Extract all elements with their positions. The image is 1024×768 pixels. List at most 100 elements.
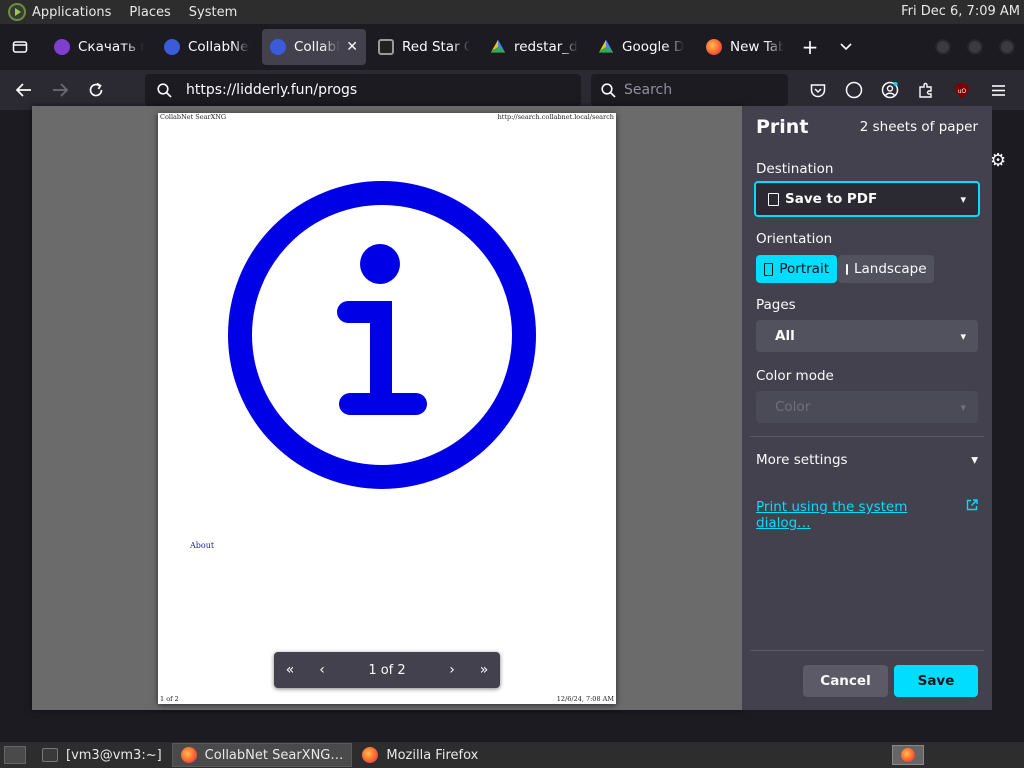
extensions-button[interactable]	[908, 74, 944, 106]
url-bar[interactable]: https://lidderly.fun/progs	[145, 74, 581, 106]
destination-value: Save to PDF	[785, 191, 878, 207]
divider	[750, 436, 984, 437]
tab-title: redstar_d	[514, 39, 578, 55]
system-dialog-link[interactable]: Print using the system dialog…	[756, 499, 978, 531]
cancel-button[interactable]: Cancel	[803, 665, 888, 697]
destination-label: Destination	[756, 161, 834, 177]
menu-system[interactable]: System	[189, 5, 237, 20]
previous-page-button[interactable]: ‹	[306, 662, 338, 678]
toolbar-icons: uO	[800, 74, 1016, 106]
menu-applications[interactable]: Applications	[32, 5, 111, 20]
tab-4[interactable]: Red Star C	[370, 29, 478, 65]
task-label: Mozilla Firefox	[386, 747, 479, 763]
navigation-toolbar: https://lidderly.fun/progs Search uO	[0, 70, 1024, 110]
landscape-page-icon	[846, 263, 848, 275]
sheet-header-url: http://search.collabnet.local/search	[497, 113, 614, 121]
save-button[interactable]: Save	[894, 665, 978, 697]
chevron-down-icon: ▾	[971, 452, 978, 468]
new-tab-button[interactable]: +	[792, 35, 828, 59]
account-icon	[881, 81, 899, 99]
print-settings-panel: Print 2 sheets of paper Destination Save…	[742, 106, 992, 710]
portrait-button[interactable]: Portrait	[756, 255, 837, 283]
preview-page-navigator: « ‹ 1 of 2 › »	[274, 652, 500, 688]
tab-5[interactable]: redstar_d	[482, 29, 586, 65]
system-top-panel: Applications Places System Fri Dec 6, 7:…	[0, 0, 1024, 24]
divider	[750, 650, 984, 651]
color-mode-value: Color	[775, 399, 811, 415]
firefox-icon	[180, 747, 197, 763]
menu-places[interactable]: Places	[129, 5, 170, 20]
destination-select[interactable]: Save to PDF ▾	[754, 181, 980, 217]
system-taskbar: [vm3@vm3:~] CollabNet SearXNG… Mozilla F…	[0, 742, 1024, 768]
task-label: [vm3@vm3:~]	[66, 747, 162, 763]
app-menu-button[interactable]	[980, 74, 1016, 106]
window-close-button[interactable]	[999, 39, 1015, 55]
page-indicator: 1 of 2	[368, 662, 406, 678]
forward-button[interactable]	[42, 74, 78, 106]
about-link: About	[190, 541, 215, 550]
first-page-button[interactable]: «	[274, 662, 306, 678]
show-desktop-button[interactable]	[4, 746, 26, 764]
circle-icon	[845, 81, 863, 99]
close-tab-icon[interactable]: ✕	[346, 39, 358, 55]
url-text[interactable]: https://lidderly.fun/progs	[186, 82, 357, 98]
ublock-shield-icon: uO	[955, 82, 969, 98]
print-title: Print	[756, 116, 809, 138]
terminal-icon	[42, 748, 58, 762]
tray-firefox-button[interactable]	[892, 745, 924, 765]
tab-title: Скачать п	[78, 39, 144, 55]
account-button[interactable]	[872, 74, 908, 106]
reload-button[interactable]	[78, 74, 114, 106]
firefox-icon	[901, 748, 915, 762]
tab-2[interactable]: CollabNet	[156, 29, 258, 65]
google-drive-icon	[598, 39, 614, 53]
chevron-down-icon: ▾	[960, 400, 966, 414]
preview-sheet: CollabNet SearXNG http://search.collabne…	[158, 113, 616, 704]
tab-1[interactable]: Скачать п	[46, 29, 152, 65]
sheet-header-title: CollabNet SearXNG	[160, 113, 227, 121]
ublock-origin-button[interactable]: uO	[944, 74, 980, 106]
panel-clock[interactable]: Fri Dec 6, 7:09 AM	[901, 4, 1020, 19]
pocket-icon	[810, 83, 826, 97]
tab-6[interactable]: Google D	[590, 29, 694, 65]
tab-7[interactable]: New Tab	[698, 29, 792, 65]
window-maximize-button[interactable]	[967, 39, 983, 55]
window-minimize-button[interactable]	[935, 39, 951, 55]
puzzle-icon	[919, 82, 932, 98]
search-bar[interactable]: Search	[591, 74, 788, 106]
sheet-count: 2 sheets of paper	[859, 119, 978, 135]
sheet-footer-date: 12/6/24, 7:08 AM	[556, 695, 614, 703]
pages-select[interactable]: All ▾	[756, 320, 978, 352]
tab-3[interactable]: CollabN ✕	[262, 29, 366, 65]
more-settings-toggle[interactable]: More settings ▾	[756, 452, 978, 468]
search-icon	[601, 82, 616, 98]
taskbar-item-firefox[interactable]: Mozilla Firefox	[354, 743, 486, 767]
taskbar-item-terminal[interactable]: [vm3@vm3:~]	[34, 743, 170, 767]
taskbar-item-collabnet[interactable]: CollabNet SearXNG…	[171, 743, 353, 767]
last-page-button[interactable]: »	[468, 662, 500, 678]
hamburger-menu-icon	[991, 84, 1005, 96]
purple-app-icon	[54, 39, 70, 55]
landscape-button[interactable]: Landscape	[838, 255, 934, 283]
firefox-view-button[interactable]	[0, 24, 40, 70]
tab-title: Red Star C	[402, 39, 470, 55]
chevron-down-icon: ▾	[960, 329, 966, 343]
distro-logo-icon[interactable]	[8, 3, 26, 21]
pages-label: Pages	[756, 297, 796, 313]
sync-button[interactable]	[836, 74, 872, 106]
next-page-button[interactable]: ›	[436, 662, 468, 678]
tab-title: CollabN	[294, 39, 341, 55]
system-dialog-label[interactable]: Print using the system dialog…	[756, 499, 966, 531]
portrait-page-icon	[764, 262, 774, 276]
search-placeholder: Search	[624, 82, 673, 98]
google-drive-icon	[490, 39, 506, 53]
back-button[interactable]	[6, 74, 42, 106]
pocket-button[interactable]	[800, 74, 836, 106]
firefox-icon	[362, 747, 379, 763]
list-all-tabs-button[interactable]	[828, 39, 864, 55]
external-link-icon	[966, 499, 978, 511]
orientation-label: Orientation	[756, 231, 833, 247]
landscape-label: Landscape	[854, 261, 927, 277]
arrow-right-icon	[53, 83, 68, 97]
color-mode-select[interactable]: Color ▾	[756, 391, 978, 423]
